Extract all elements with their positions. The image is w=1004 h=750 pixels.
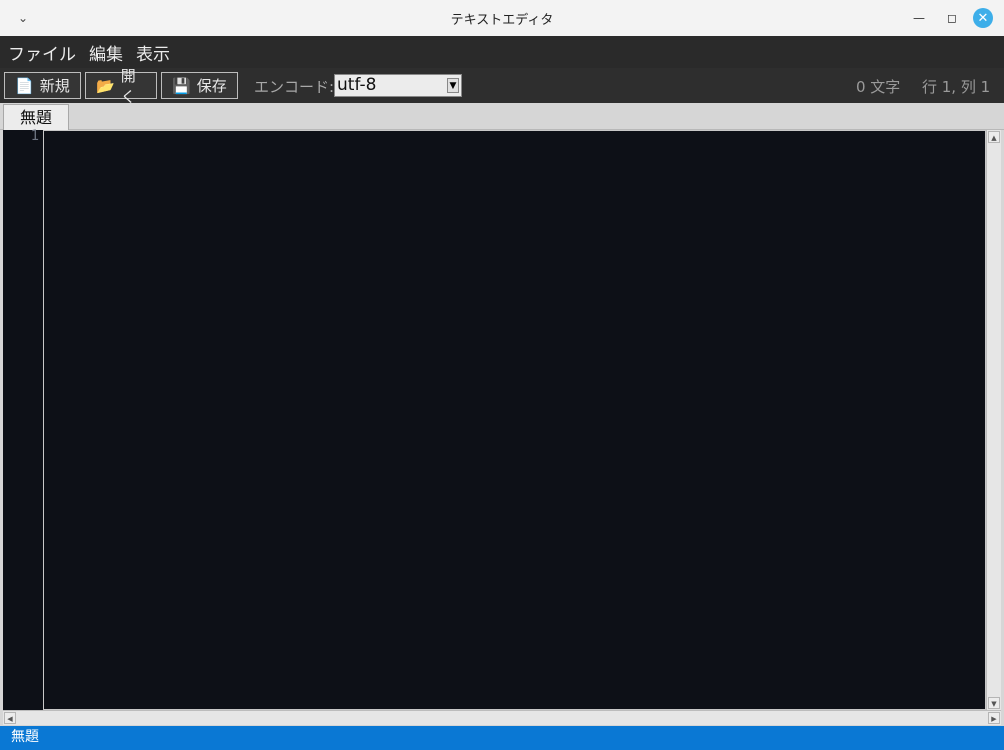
cursor-position: 行 1, 列 1 (922, 78, 991, 96)
editor-area: 1 ▲ ▼ ◀ ▶ (0, 128, 1004, 726)
tab-untitled[interactable]: 無題 (3, 104, 69, 131)
char-count: 0 文字 (856, 78, 901, 96)
scroll-up-icon[interactable]: ▲ (988, 131, 1000, 143)
window-title: テキストエディタ (450, 13, 554, 28)
encoding-label: エンコード: (254, 78, 335, 96)
horizontal-scrollbar[interactable]: ◀ ▶ (3, 710, 1001, 725)
floppy-disk-icon: 💾 (172, 76, 191, 95)
minimize-icon[interactable]: — (908, 7, 930, 29)
encoding-value: utf-8 (337, 75, 377, 95)
close-icon[interactable]: ✕ (973, 8, 993, 28)
toolbar: 📄 新規 📂 開く 💾 保存 エンコード: utf-8 ▼ 0 文字 行 1, … (0, 67, 1004, 106)
save-button-label: 保存 (196, 77, 227, 95)
line-number-gutter: 1 (3, 128, 43, 710)
new-button-label: 新規 (39, 77, 70, 95)
encoding-select[interactable]: utf-8 ▼ (334, 74, 462, 97)
maximize-icon[interactable]: ◻ (941, 7, 963, 29)
save-button[interactable]: 💾 保存 (161, 72, 238, 99)
title-bar: ⌄ テキストエディタ — ◻ ✕ (0, 0, 1004, 36)
folder-open-icon: 📂 (96, 76, 115, 95)
new-button[interactable]: 📄 新規 (4, 72, 81, 99)
open-button-label: 開く (120, 66, 136, 106)
menu-file[interactable]: ファイル (8, 40, 76, 65)
new-file-icon: 📄 (15, 76, 34, 95)
status-bar: 無題 (0, 726, 1004, 750)
scroll-left-icon[interactable]: ◀ (4, 712, 16, 724)
scroll-down-icon[interactable]: ▼ (988, 697, 1000, 709)
scroll-right-icon[interactable]: ▶ (988, 712, 1000, 724)
text-editor[interactable] (43, 130, 986, 710)
vertical-scrollbar[interactable]: ▲ ▼ (986, 130, 1001, 710)
tab-strip: 無題 (0, 103, 1004, 131)
open-button[interactable]: 📂 開く (85, 67, 157, 106)
menu-bar: ファイル 編集 表示 (0, 36, 1004, 68)
menu-view[interactable]: 表示 (136, 40, 170, 65)
line-number: 1 (30, 128, 39, 144)
dropdown-arrow-icon[interactable]: ▼ (447, 78, 459, 93)
menu-edit[interactable]: 編集 (89, 40, 123, 65)
